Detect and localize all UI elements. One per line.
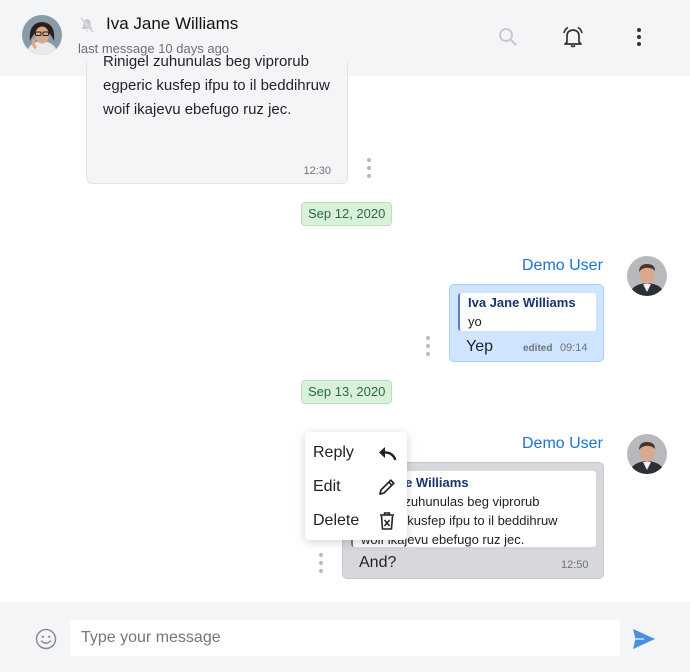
quote-author: Iva Jane Williams bbox=[468, 295, 576, 310]
emoji-icon[interactable] bbox=[35, 628, 57, 650]
bell-muted-icon bbox=[80, 17, 94, 33]
contact-name: Iva Jane Williams bbox=[106, 14, 239, 33]
demo-user-avatar[interactable] bbox=[627, 256, 667, 296]
message-options-icon[interactable] bbox=[364, 158, 374, 178]
menu-item-label: Edit bbox=[313, 478, 341, 495]
date-separator: Sep 12, 2020 bbox=[301, 202, 393, 226]
sender-name: Demo User bbox=[522, 435, 603, 452]
menu-item-edit[interactable]: Edit bbox=[305, 469, 407, 503]
send-icon[interactable] bbox=[632, 628, 656, 650]
message-text: Rinigel zuhunulas beg viprorub egperic k… bbox=[103, 53, 330, 118]
reply-icon bbox=[379, 447, 397, 461]
pencil-icon bbox=[379, 479, 395, 495]
message-input[interactable] bbox=[70, 620, 620, 656]
message-time: 12:30 bbox=[303, 165, 331, 177]
date-separator: Sep 13, 2020 bbox=[301, 380, 393, 404]
message-text: Yep bbox=[466, 338, 493, 355]
menu-item-delete[interactable]: Delete bbox=[305, 503, 407, 537]
message-text: And? bbox=[359, 554, 397, 571]
message-options-icon[interactable] bbox=[423, 336, 433, 356]
sender-name: Demo User bbox=[522, 257, 603, 274]
more-options-icon[interactable] bbox=[626, 24, 652, 50]
incoming-message[interactable]: Rinigel zuhunulas beg viprorub egperic k… bbox=[86, 53, 348, 184]
message-composer bbox=[0, 602, 690, 672]
search-icon[interactable] bbox=[495, 24, 521, 50]
message-time: 12:50 bbox=[561, 559, 589, 571]
notification-bell-icon[interactable] bbox=[560, 24, 586, 50]
trash-icon bbox=[380, 512, 394, 530]
demo-user-avatar[interactable] bbox=[627, 434, 667, 474]
contact-avatar[interactable] bbox=[22, 15, 62, 55]
quoted-reply[interactable]: Iva Jane Williams yo bbox=[458, 293, 596, 331]
outgoing-message[interactable]: Iva Jane Williams yo Yep edited 09:14 bbox=[449, 284, 604, 362]
message-options-icon[interactable] bbox=[316, 553, 326, 573]
menu-item-reply[interactable]: Reply bbox=[305, 435, 407, 469]
menu-item-label: Reply bbox=[313, 444, 354, 461]
message-context-menu: Reply Edit Delete bbox=[305, 432, 407, 540]
edited-label: edited bbox=[523, 343, 553, 354]
menu-item-label: Delete bbox=[313, 512, 360, 529]
message-time: 09:14 bbox=[560, 342, 588, 354]
quote-text: yo bbox=[468, 314, 482, 329]
